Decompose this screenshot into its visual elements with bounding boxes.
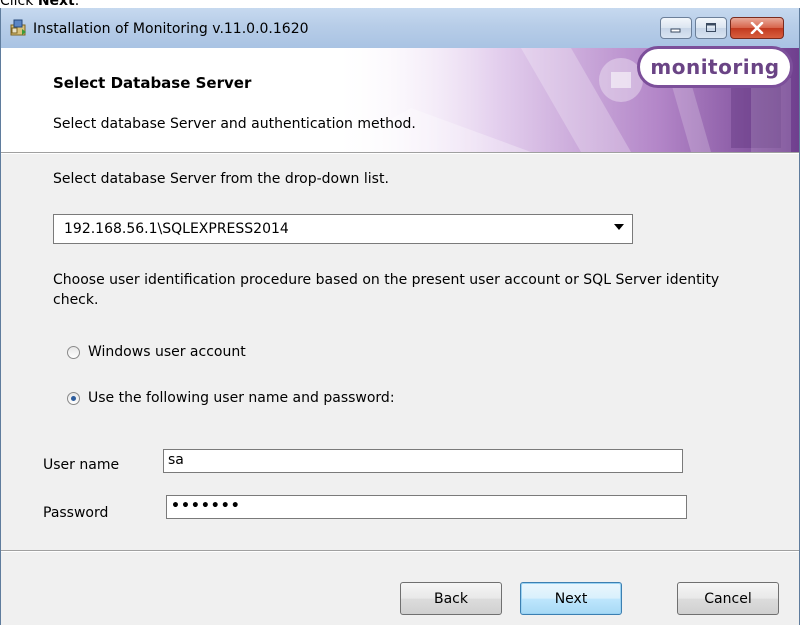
monitoring-logo: monitoring xyxy=(637,46,793,88)
radio-windows-account-label[interactable]: Windows user account xyxy=(88,344,246,360)
username-input[interactable]: sa xyxy=(163,449,683,473)
window-title: Installation of Monitoring v.11.0.0.1620 xyxy=(33,21,309,37)
radio-sql-credentials[interactable]: Use the following user name and password… xyxy=(67,388,395,408)
page-title: Select Database Server xyxy=(53,74,252,92)
instruction-caption: Click Next. xyxy=(0,0,79,8)
minimize-button[interactable] xyxy=(660,17,692,39)
installer-icon xyxy=(10,19,28,37)
auth-description: Choose user identification procedure bas… xyxy=(53,272,720,308)
password-value: ••••••• xyxy=(171,498,241,514)
password-input[interactable]: ••••••• xyxy=(166,495,687,519)
maximize-button[interactable] xyxy=(695,17,727,39)
close-icon xyxy=(731,18,783,38)
radio-windows-account-circle[interactable] xyxy=(67,345,80,359)
username-value: sa xyxy=(168,452,184,468)
database-server-value: 192.168.56.1\SQLEXPRESS2014 xyxy=(64,221,289,237)
header-divider xyxy=(1,152,799,154)
installer-window: Installation of Monitoring v.11.0.0.1620 xyxy=(0,8,800,625)
close-button[interactable] xyxy=(730,17,784,39)
radio-sql-credentials-circle[interactable] xyxy=(67,391,80,405)
password-label: Password xyxy=(43,505,109,521)
cancel-button[interactable]: Cancel xyxy=(677,582,779,615)
server-prompt: Select database Server from the drop-dow… xyxy=(53,171,389,187)
maximize-icon xyxy=(696,18,726,38)
radio-windows-account[interactable]: Windows user account xyxy=(67,342,246,362)
minimize-icon xyxy=(661,18,691,38)
footer-divider xyxy=(1,550,799,552)
title-bar[interactable]: Installation of Monitoring v.11.0.0.1620 xyxy=(1,8,799,48)
next-button[interactable]: Next xyxy=(520,582,622,615)
page-subtitle: Select database Server and authenticatio… xyxy=(53,116,416,132)
back-button[interactable]: Back xyxy=(400,582,502,615)
username-label: User name xyxy=(43,457,120,473)
database-server-dropdown[interactable]: 192.168.56.1\SQLEXPRESS2014 xyxy=(53,214,633,244)
radio-sql-credentials-label[interactable]: Use the following user name and password… xyxy=(88,390,395,406)
dropdown-arrow-icon xyxy=(614,224,624,230)
